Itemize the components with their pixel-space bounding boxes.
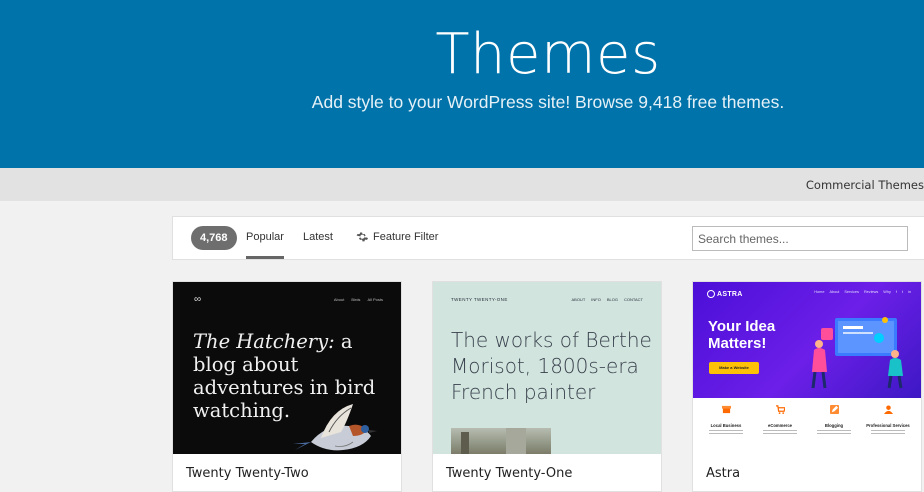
bird-illustration (293, 404, 377, 451)
preview-headline-italic: The Hatchery: (193, 330, 335, 353)
preview-nav: Home About Services Reviews Why f t in (814, 290, 911, 294)
feature-title: Blogging (824, 423, 844, 428)
theme-card[interactable]: ASTRA Home About Services Reviews Why f … (692, 281, 922, 492)
feature-filter-button[interactable]: Feature Filter (356, 231, 438, 243)
preview-nav-item: ABOUT (571, 297, 586, 302)
preview-nav-item: BLOG (606, 297, 618, 302)
theme-name[interactable]: Twenty Twenty-Two (186, 466, 309, 481)
painting-image (451, 428, 551, 454)
preview-features: Local Business eCommerce Blogging Profes… (693, 402, 921, 436)
preview-brand-text: ASTRA (717, 290, 743, 298)
theme-screenshot[interactable]: TWENTY TWENTY-ONE ABOUT INFO BLOG CONTAC… (433, 282, 661, 454)
preview-nav-item: Services (844, 290, 859, 294)
preview-nav: ABOUT INFO BLOG CONTACT (571, 297, 643, 302)
preview-nav-item: All Posts (367, 297, 383, 302)
feature-item: eCommerce (757, 402, 803, 436)
theme-screenshot[interactable]: ASTRA Home About Services Reviews Why f … (693, 282, 921, 454)
feature-item: Blogging (811, 402, 857, 436)
feature-filter-label: Feature Filter (373, 231, 439, 243)
preview-nav-item: Home (814, 290, 825, 294)
search-themes-input[interactable] (692, 226, 908, 251)
preview-nav: About Birds All Posts (334, 297, 383, 302)
preview-nav-item: in (908, 290, 911, 294)
tab-latest[interactable]: Latest (303, 231, 333, 243)
page-subtitle: Add style to your WordPress site! Browse… (311, 92, 785, 112)
preview-nav-item: CONTACT (623, 297, 643, 302)
feature-title: Professional Services (866, 423, 910, 428)
preview-logo: ASTRA (707, 290, 743, 298)
theme-screenshot[interactable]: ∞ About Birds All Posts The Hatchery: a … (173, 282, 401, 454)
feature-text (709, 430, 743, 436)
filter-bar: 4,768 Popular Latest Feature Filter (172, 216, 924, 260)
feature-title: Local Business (710, 423, 742, 428)
theme-count-badge: 4,768 (191, 226, 237, 250)
preview-nav-item: About (829, 290, 840, 294)
commercial-themes-link[interactable]: Commercial Themes (806, 178, 924, 192)
tab-popular[interactable]: Popular (246, 231, 284, 259)
pencil-icon (829, 405, 839, 414)
person-icon (883, 405, 893, 414)
people-illustration (811, 317, 903, 389)
cart-icon (775, 405, 786, 414)
feature-text (817, 430, 851, 436)
gear-icon (356, 232, 368, 242)
page-header: Themes Add style to your WordPress site!… (0, 0, 924, 168)
sub-navigation: Commercial Themes (0, 168, 924, 201)
preview-nav-item: INFO (591, 297, 601, 302)
theme-card[interactable]: ∞ About Birds All Posts The Hatchery: a … (172, 281, 402, 492)
feature-item: Local Business (703, 402, 749, 436)
preview-headline: Your Idea Matters! (708, 318, 776, 352)
preview-nav-item: Reviews (863, 290, 879, 294)
preview-nav-item: f (895, 290, 897, 294)
feature-text (763, 430, 797, 436)
preview-nav-item: Birds (351, 297, 361, 302)
preview-nav-item: About (333, 297, 345, 302)
preview-nav-item: t (901, 290, 904, 294)
theme-name[interactable]: Twenty Twenty-One (446, 466, 572, 481)
page-title: Themes (435, 22, 661, 87)
preview-logo: ∞ (194, 294, 201, 305)
preview-nav-item: Why (883, 290, 891, 294)
preview-logo: TWENTY TWENTY-ONE (451, 297, 508, 302)
preview-headline: The works of Berthe Morisot, 1800s-era F… (451, 328, 652, 404)
astra-logo-icon (707, 290, 715, 298)
store-icon (721, 405, 731, 414)
feature-text (871, 430, 905, 436)
feature-item: Professional Services (865, 402, 911, 436)
preview-hero-banner: ASTRA Home About Services Reviews Why f … (693, 282, 921, 398)
preview-cta-button: Make a Website (709, 362, 759, 374)
feature-title: eCommerce (768, 423, 792, 428)
theme-name[interactable]: Astra (706, 466, 740, 481)
theme-card[interactable]: TWENTY TWENTY-ONE ABOUT INFO BLOG CONTAC… (432, 281, 662, 492)
